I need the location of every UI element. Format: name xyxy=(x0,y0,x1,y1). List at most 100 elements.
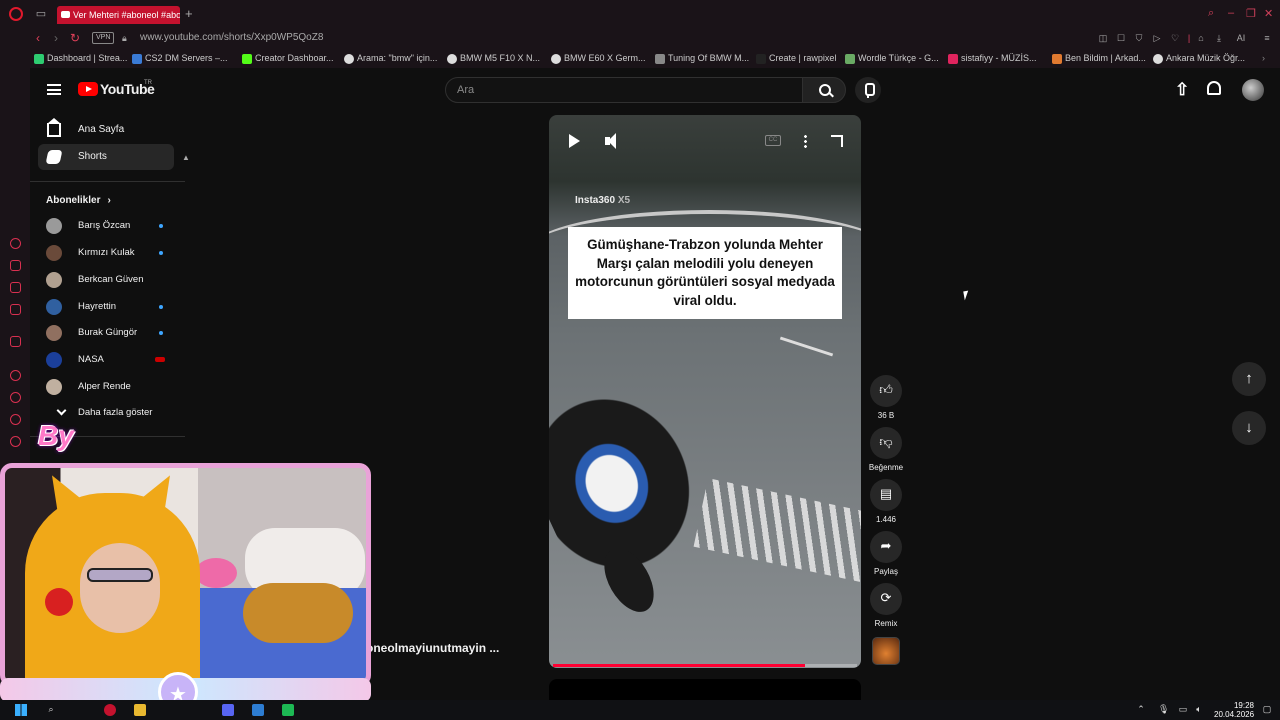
subscription-item[interactable]: Kırmızı Kulak xyxy=(38,241,174,265)
bookmark-item[interactable]: sistafiyy - MÜZİS... xyxy=(948,53,1037,64)
taskbar-time[interactable]: 19:28 xyxy=(1230,701,1254,710)
fullscreen-icon[interactable] xyxy=(831,135,843,147)
download-icon[interactable]: ⤓ xyxy=(1214,33,1224,43)
video-progress-bar[interactable] xyxy=(553,664,857,667)
account-avatar[interactable] xyxy=(1242,79,1264,101)
thumbs-down-icon: 👎︎ xyxy=(870,427,902,459)
search-input[interactable]: Ara xyxy=(445,77,803,103)
url-field[interactable]: www.youtube.com/shorts/Xxp0WP5QoZ8 xyxy=(140,32,323,43)
sidebar-settings-icon[interactable] xyxy=(10,436,21,447)
remix-button[interactable]: ⟳ Remix xyxy=(868,583,904,628)
reload-button[interactable]: ↻ xyxy=(70,31,80,45)
taskbar-date[interactable]: 20.04.2026 xyxy=(1214,710,1254,719)
close-icon[interactable]: ✕ xyxy=(1264,7,1273,20)
subscriptions-header[interactable]: Abonelikler › xyxy=(46,195,111,206)
guide-menu-button[interactable] xyxy=(47,84,61,95)
active-tab[interactable]: Ver Mehteri #aboneol #abo xyxy=(57,6,180,24)
tab-workspace-icon[interactable]: ▭ xyxy=(35,8,47,20)
microphone-tray-icon[interactable]: 🎙︎ xyxy=(1158,704,1169,714)
sidebar-clock-icon[interactable] xyxy=(10,392,21,403)
bookmark-item[interactable]: Ben Bildim | Arkad... xyxy=(1052,53,1146,64)
bookmark-item[interactable]: Creator Dashboar... xyxy=(242,53,334,64)
snapshot-icon[interactable]: ◫ xyxy=(1098,33,1108,43)
opera-logo-icon[interactable] xyxy=(9,7,23,21)
bookmark-item[interactable]: BMW E60 X Germ... xyxy=(551,53,646,64)
youtube-logo-icon[interactable] xyxy=(78,82,98,96)
share-button[interactable]: ➦ Paylaş xyxy=(868,531,904,576)
bookmark-item[interactable]: Dashboard | Strea... xyxy=(34,53,127,64)
opera-taskbar-icon[interactable] xyxy=(104,704,116,716)
webcam-plush-toy xyxy=(243,583,353,643)
back-button[interactable]: ‹ xyxy=(36,31,40,45)
next-short-button[interactable]: ↓ xyxy=(1232,411,1266,445)
next-short-preview[interactable] xyxy=(549,679,861,700)
lock-icon[interactable]: 🔒︎ xyxy=(122,33,127,44)
file-explorer-taskbar-icon[interactable] xyxy=(134,704,146,716)
bookmark-item[interactable]: Wordle Türkçe - G... xyxy=(845,53,939,64)
new-tab-button[interactable]: + xyxy=(185,6,193,21)
search-tabs-icon[interactable]: ⌕ xyxy=(1208,7,1214,20)
shield-icon[interactable]: ⛉ xyxy=(1134,33,1144,43)
network-tray-icon[interactable]: ▭ xyxy=(1178,704,1188,714)
discord-taskbar-icon[interactable] xyxy=(222,704,234,716)
subscription-item[interactable]: Berkcan Güven xyxy=(38,268,174,292)
create-upload-icon[interactable]: ⇧ xyxy=(1175,80,1189,100)
bookmark-item[interactable]: Ankara Müzik Öğr... xyxy=(1153,53,1245,64)
voice-search-button[interactable] xyxy=(855,77,881,103)
minimize-icon[interactable]: – xyxy=(1228,7,1234,19)
captions-button[interactable]: CC xyxy=(765,135,781,146)
bookmark-item[interactable]: Create | rawpixel xyxy=(756,53,836,64)
menu-icon[interactable]: ≡ xyxy=(1262,33,1272,43)
sidebar-player-icon[interactable] xyxy=(10,370,21,381)
sidebar-messenger-icon[interactable] xyxy=(10,282,21,293)
bookmark-icon[interactable]: ☐ xyxy=(1116,33,1126,43)
vpn-badge[interactable]: VPN xyxy=(92,32,115,44)
bookmarks-more-icon[interactable]: › xyxy=(1262,53,1265,63)
bookmark-item[interactable]: CS2 DM Servers –... xyxy=(132,53,228,64)
sidebar-instagram-icon[interactable] xyxy=(10,304,21,315)
share-icon: ➦ xyxy=(870,531,902,563)
shorts-video-player[interactable]: CC Insta360 X5 Gümüşhane-Trabzon yolunda… xyxy=(549,115,861,668)
taskbar-search-icon[interactable]: ⌕ xyxy=(46,704,56,714)
bookmark-item[interactable]: Tuning Of BMW M... xyxy=(655,53,749,64)
subscription-item[interactable]: Burak Güngör xyxy=(38,321,174,345)
bookmark-item[interactable]: BMW M5 F10 X N... xyxy=(447,53,540,64)
comments-button[interactable]: ▤ 1.446 xyxy=(868,479,904,524)
more-options-icon[interactable] xyxy=(804,134,807,148)
sidebar-twitch-icon[interactable] xyxy=(10,336,21,347)
play-icon[interactable] xyxy=(569,134,580,148)
subscription-item[interactable]: NASA xyxy=(38,348,174,372)
sidebar-extensions-icon[interactable] xyxy=(10,260,21,271)
forward-button[interactable]: › xyxy=(54,31,58,45)
previous-short-button[interactable]: ↑ xyxy=(1232,362,1266,396)
like-button[interactable]: 👍︎ 36 B xyxy=(868,375,904,420)
bookmark-item[interactable]: Arama: "bmw" için... xyxy=(344,53,437,64)
dislike-button[interactable]: 👎︎ Beğenme xyxy=(868,427,904,472)
subscription-item[interactable]: Barış Özcan xyxy=(38,214,174,238)
sidebar-history-icon[interactable] xyxy=(10,238,21,249)
notifications-bell-icon[interactable] xyxy=(1207,81,1221,95)
subscription-item[interactable]: Alper Rende xyxy=(38,375,174,399)
tray-expand-icon[interactable]: ⌃ xyxy=(1136,704,1146,714)
notification-center-icon[interactable]: ▢ xyxy=(1262,704,1272,714)
volume-tray-icon[interactable]: 🔈︎ xyxy=(1194,704,1204,714)
heart-icon[interactable]: ♡ xyxy=(1170,33,1180,43)
volume-icon[interactable] xyxy=(605,133,621,149)
ai-icon[interactable]: AI xyxy=(1232,33,1250,43)
subscription-item[interactable]: Hayrettin xyxy=(38,295,174,319)
profile-icon[interactable]: ⌂ xyxy=(1196,33,1206,43)
sidebar-pinboard-icon[interactable] xyxy=(10,414,21,425)
app-taskbar-icon[interactable] xyxy=(252,704,264,716)
player-icon[interactable]: ▷ xyxy=(1152,33,1162,43)
short-channel-name[interactable]: oneolmayiunutmayin ... xyxy=(366,641,499,655)
app-taskbar-icon[interactable] xyxy=(282,704,294,716)
channel-name: Berkcan Güven xyxy=(78,274,144,285)
sound-thumbnail[interactable] xyxy=(872,637,900,665)
guide-item-home[interactable]: Ana Sayfa xyxy=(38,117,174,143)
windows-start-icon[interactable] xyxy=(15,704,27,716)
maximize-icon[interactable]: ❐ xyxy=(1246,7,1256,20)
bookmark-favicon-icon xyxy=(845,54,855,64)
search-button[interactable] xyxy=(802,77,846,103)
guide-scroll-up-icon[interactable]: ▲ xyxy=(182,153,190,162)
guide-item-shorts[interactable]: Shorts xyxy=(38,144,174,170)
